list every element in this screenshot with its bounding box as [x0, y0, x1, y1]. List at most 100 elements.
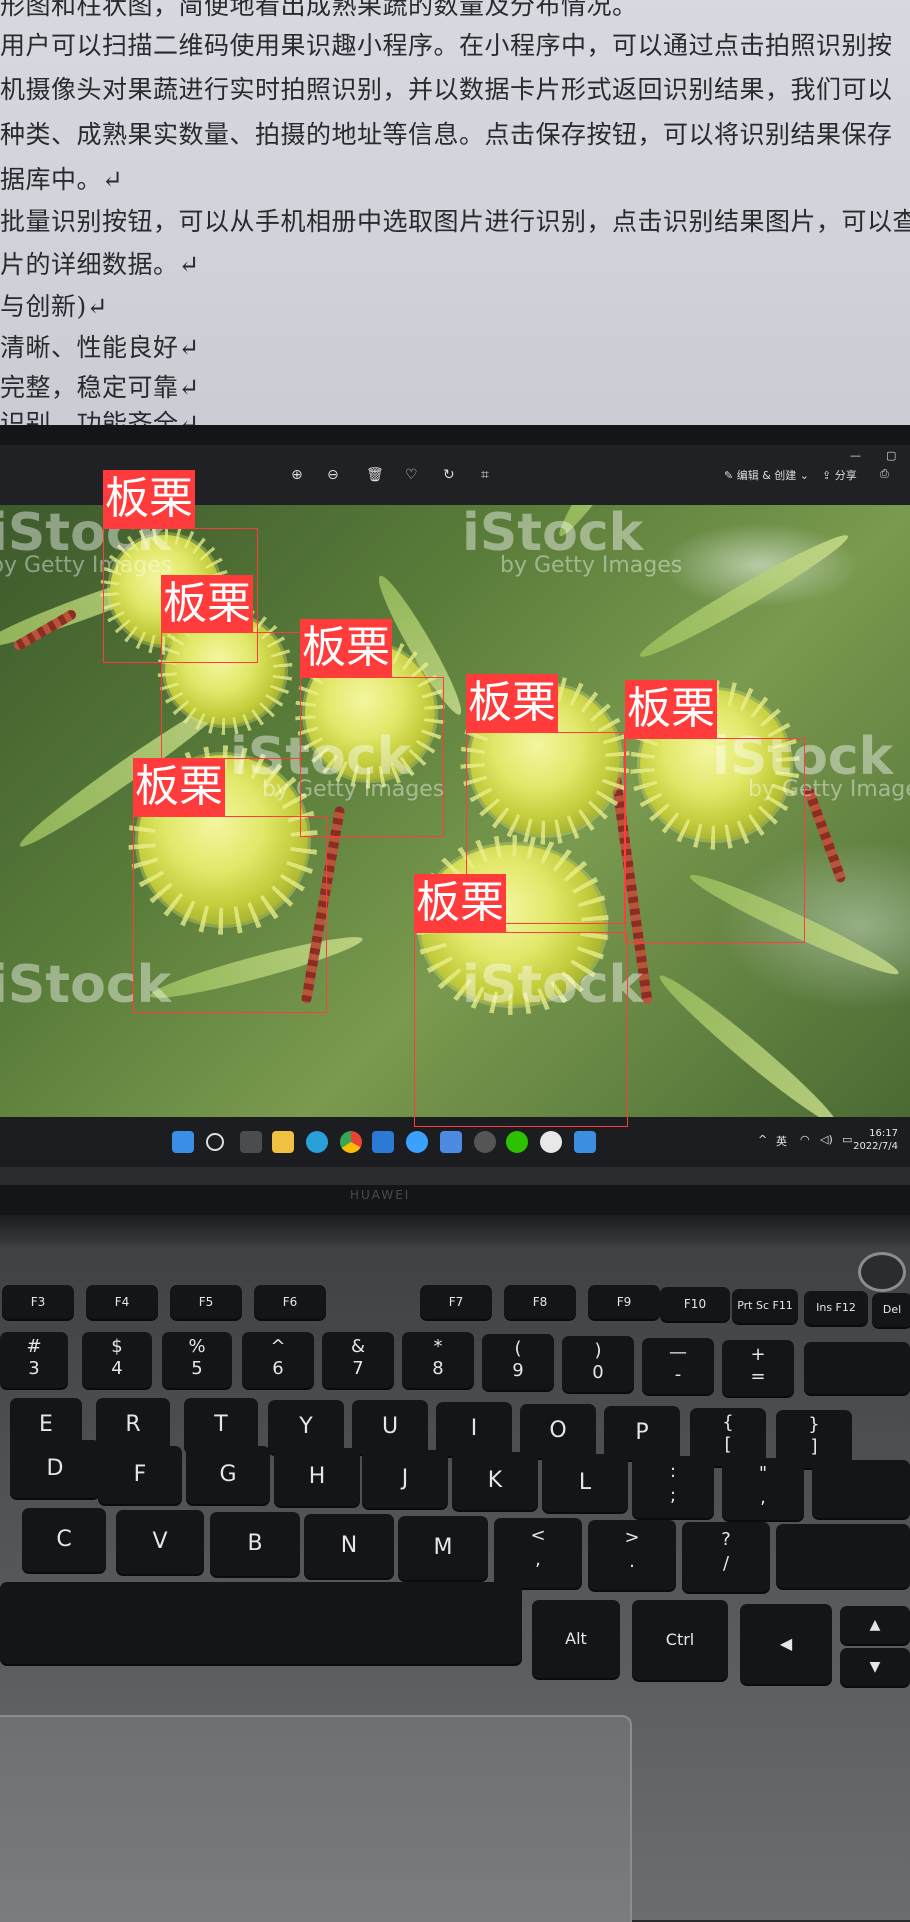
- key-backspace[interactable]: [804, 1342, 910, 1394]
- print-icon[interactable]: ⎙: [880, 467, 889, 481]
- key-f5[interactable]: F5: [170, 1285, 242, 1319]
- share-button[interactable]: ⇪ 分享: [822, 467, 857, 483]
- edge-icon[interactable]: [306, 1131, 328, 1153]
- key-j[interactable]: J: [362, 1450, 448, 1508]
- key-comma[interactable]: < ,: [494, 1518, 582, 1588]
- key-u[interactable]: U: [352, 1400, 428, 1454]
- battery-icon[interactable]: ▭: [842, 1133, 852, 1146]
- document-line: 种类、成熟果实数量、拍摄的地址等信息。点击保存按钮，可以将识别结果保存: [0, 120, 893, 149]
- key-c[interactable]: C: [22, 1508, 106, 1572]
- edit-create-button[interactable]: ✎ 编辑 & 创建 ⌄: [724, 467, 809, 483]
- key-i[interactable]: I: [436, 1402, 512, 1456]
- key-delete[interactable]: Del: [872, 1293, 910, 1327]
- key-f[interactable]: F: [98, 1446, 182, 1504]
- detection-label: 板栗: [161, 575, 253, 633]
- key-l[interactable]: L: [542, 1454, 628, 1512]
- key-h[interactable]: H: [274, 1448, 360, 1506]
- search-icon[interactable]: [206, 1133, 224, 1151]
- key-f8[interactable]: F8: [504, 1285, 576, 1319]
- key-b[interactable]: B: [210, 1512, 300, 1576]
- key-7[interactable]: & 7: [322, 1332, 394, 1388]
- key-k[interactable]: K: [452, 1452, 538, 1510]
- key-o[interactable]: O: [520, 1404, 596, 1458]
- terminal-icon[interactable]: [240, 1131, 262, 1153]
- document-line: 完整，稳定可靠↵: [0, 373, 200, 402]
- key-f9[interactable]: F9: [588, 1285, 660, 1319]
- key-5[interactable]: % 5: [162, 1332, 232, 1388]
- favorite-icon[interactable]: ♡: [405, 467, 418, 483]
- chevron-up-icon[interactable]: ^: [758, 1133, 767, 1146]
- detection-label: 板栗: [414, 874, 506, 932]
- app-icon[interactable]: [474, 1131, 496, 1153]
- key-minus[interactable]: — -: [642, 1338, 714, 1394]
- power-button[interactable]: [858, 1252, 906, 1292]
- document-line: 与创新)↵: [0, 292, 109, 321]
- key-4[interactable]: $ 4: [82, 1332, 152, 1388]
- start-icon[interactable]: [172, 1131, 194, 1153]
- key-arrow-down[interactable]: ▼: [840, 1648, 910, 1686]
- key-shift-right[interactable]: [776, 1524, 910, 1588]
- key-y[interactable]: Y: [268, 1400, 344, 1454]
- key-semicolon[interactable]: : ;: [632, 1456, 714, 1518]
- key-equals[interactable]: + =: [722, 1340, 794, 1396]
- key-g[interactable]: G: [186, 1446, 270, 1504]
- key-9[interactable]: ( 9: [482, 1334, 554, 1390]
- key-period[interactable]: > .: [588, 1520, 676, 1590]
- laptop-brand: HUAWEI: [350, 1188, 411, 1202]
- key-arrow-left[interactable]: ◀: [740, 1604, 832, 1684]
- key-f10[interactable]: F10: [660, 1287, 730, 1321]
- spacebar[interactable]: [0, 1582, 522, 1664]
- edit-create-label: 编辑 & 创建: [736, 469, 797, 482]
- chrome-icon[interactable]: [340, 1131, 362, 1153]
- app-icon[interactable]: [440, 1131, 462, 1153]
- key-v[interactable]: V: [116, 1510, 204, 1574]
- leaf: [652, 967, 844, 1117]
- leaf: [634, 526, 854, 666]
- edit-icon: ✎: [724, 469, 737, 482]
- key-arrow-up[interactable]: ▲: [840, 1606, 910, 1644]
- minimize-icon[interactable]: —: [850, 449, 861, 462]
- key-8[interactable]: * 8: [402, 1332, 474, 1388]
- key-t[interactable]: T: [184, 1398, 258, 1452]
- key-f7[interactable]: F7: [420, 1285, 492, 1319]
- app-icon[interactable]: [406, 1131, 428, 1153]
- key-p[interactable]: P: [604, 1406, 680, 1460]
- key-f6[interactable]: F6: [254, 1285, 326, 1319]
- ime-indicator[interactable]: 英: [776, 1133, 787, 1149]
- system-clock[interactable]: 16:17 2022/7/4: [853, 1127, 898, 1153]
- photos-icon[interactable]: [574, 1131, 596, 1153]
- key-f3[interactable]: F3: [2, 1285, 74, 1319]
- clock-time: 16:17: [869, 1128, 898, 1139]
- key-f4[interactable]: F4: [86, 1285, 158, 1319]
- key-3[interactable]: # 3: [0, 1332, 68, 1388]
- touchpad[interactable]: [0, 1715, 632, 1922]
- folder-icon[interactable]: [272, 1131, 294, 1153]
- rotate-icon[interactable]: ↻: [443, 467, 455, 483]
- key-m[interactable]: M: [398, 1516, 488, 1580]
- chat-icon[interactable]: [540, 1131, 562, 1153]
- maximize-icon[interactable]: ▢: [886, 449, 896, 462]
- vscode-icon[interactable]: [372, 1131, 394, 1153]
- delete-icon[interactable]: 🗑: [366, 467, 384, 483]
- wechat-icon[interactable]: [506, 1131, 528, 1153]
- key-d[interactable]: D: [10, 1440, 100, 1498]
- key-slash[interactable]: ? /: [682, 1522, 770, 1592]
- key-f11[interactable]: Prt Sc F11: [732, 1289, 798, 1323]
- key-6[interactable]: ^ 6: [242, 1332, 314, 1388]
- key-0[interactable]: ) 0: [562, 1336, 634, 1392]
- detection-box: [133, 816, 327, 1013]
- zoom-out-icon[interactable]: ⊖: [327, 467, 339, 483]
- share-icon: ⇪: [822, 469, 835, 482]
- key-alt[interactable]: Alt: [532, 1600, 620, 1678]
- key-enter[interactable]: [812, 1460, 910, 1518]
- crop-icon[interactable]: ⌗: [481, 467, 489, 483]
- key-n[interactable]: N: [304, 1514, 394, 1578]
- key-f12[interactable]: Ins F12: [804, 1291, 868, 1325]
- zoom-in-icon[interactable]: ⊕: [291, 467, 303, 483]
- wifi-icon[interactable]: ◠: [800, 1133, 810, 1146]
- volume-icon[interactable]: ◁): [820, 1133, 833, 1146]
- key-ctrl[interactable]: Ctrl: [632, 1600, 728, 1680]
- key-quote[interactable]: " ,: [722, 1458, 804, 1520]
- watermark: by Getty Images: [500, 553, 683, 578]
- key-r[interactable]: R: [96, 1398, 170, 1452]
